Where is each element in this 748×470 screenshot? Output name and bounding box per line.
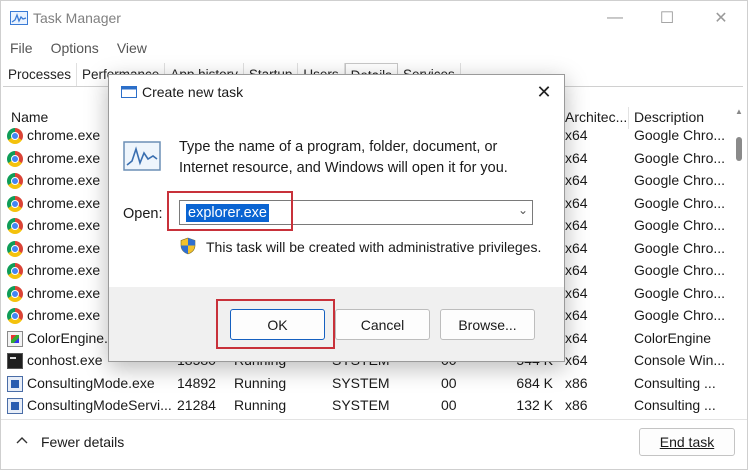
cell-architecture: x64 [565,194,588,211]
dialog-button-bar: OK Cancel Browse... [109,287,564,361]
footer-bar: Fewer details End task [1,419,747,469]
cell-cpu: 00 [441,397,457,413]
cell-architecture: x64 [565,262,588,278]
chevron-up-icon[interactable] [15,434,29,448]
task-manager-icon [10,11,28,25]
fewer-details-link[interactable]: Fewer details [41,434,124,450]
highlight-box-ok-button [216,299,335,349]
window-title: Task Manager [33,10,121,26]
cell-memory: 684 K [516,374,553,391]
browse-button[interactable]: Browse... [440,309,535,340]
cell-architecture: x86 [565,374,588,391]
run-dialog-icon [121,86,137,98]
cell-architecture: x64 [565,172,588,188]
end-task-button[interactable]: End task [639,428,735,456]
create-new-task-dialog: Create new task ✕ Type the name of a pro… [108,74,565,362]
cell-architecture: x64 [565,284,588,301]
chrome-icon [7,128,23,144]
close-icon[interactable]: ✕ [529,79,559,105]
chrome-icon [7,263,23,279]
cell-user: SYSTEM [332,397,390,413]
cell-status: Running [234,374,287,391]
table-row[interactable]: ConsultingMode.exe 14892 Running SYSTEM 00 68… [1,373,731,395]
open-label: Open: [123,206,163,222]
cell-pid: 21284 [177,397,216,413]
chrome-icon [7,218,23,234]
minimize-icon[interactable]: — [589,1,641,35]
cell-architecture: x86 [565,397,588,413]
highlight-box-open-field [167,191,293,231]
chrome-icon [7,308,23,324]
cell-user: SYSTEM [332,374,390,391]
column-header-name[interactable]: Name [11,109,48,125]
cell-name: ConsultingMode.exe [27,374,155,391]
cell-architecture: x64 [565,352,588,368]
run-program-icon [123,141,161,171]
close-icon[interactable]: ✕ [695,1,747,35]
chrome-icon [7,195,23,212]
admin-privileges-note: This task will be created with administr… [206,239,542,255]
vertical-scrollbar[interactable]: ▲ [733,105,745,417]
scroll-up-icon[interactable]: ▲ [735,107,743,116]
cell-description: Consulting ... [634,397,716,413]
cell-cpu: 00 [441,374,457,391]
cell-description: Google Chro... [634,217,726,233]
shield-icon [180,237,196,255]
cell-description: Google Chro... [634,149,726,166]
dialog-description: Type the name of a program, folder, docu… [179,139,508,176]
column-header-description[interactable]: Description [634,109,704,125]
menu-options[interactable]: Options [42,37,108,59]
menu-view[interactable]: View [108,37,156,59]
consulting-icon [7,375,23,392]
tab-processes[interactable]: Processes [3,63,78,86]
cell-description: Google Chro... [634,127,726,143]
menu-bar: File Options View [1,37,156,59]
cell-pid: 14892 [177,374,216,391]
cell-memory: 132 K [516,397,553,413]
cell-status: Running [234,397,287,413]
cell-description: Google Chro... [634,239,726,256]
menu-file[interactable]: File [1,37,42,59]
cell-architecture: x64 [565,127,588,143]
cell-architecture: x64 [565,329,588,346]
cell-name: ConsultingModeServi... [27,397,172,413]
scroll-thumb[interactable] [736,137,742,161]
cell-description: Google Chro... [634,284,726,301]
title-bar: Task Manager — ☐ ✕ [1,1,747,35]
column-header-architecture[interactable]: Architec... [565,109,627,125]
cell-architecture: x64 [565,217,588,233]
table-row[interactable]: ConsultingModeServi... 21284 Running SYSTEM… [1,395,731,417]
dialog-title: Create new task [142,84,244,100]
end-task-label: End task [659,434,715,450]
cancel-button[interactable]: Cancel [335,309,430,340]
chrome-icon [7,285,23,302]
dialog-title-bar: Create new task ✕ [109,75,564,109]
chrome-icon [7,240,23,257]
chrome-icon [7,173,23,189]
consulting-icon [7,398,23,414]
cell-description: ColorEngine [634,329,712,346]
chrome-icon [7,150,23,167]
cell-description: Console Win... [634,352,726,368]
maximize-icon[interactable]: ☐ [641,1,693,35]
cell-description: Google Chro... [634,172,726,188]
cell-architecture: x64 [565,149,588,166]
console-icon [7,353,23,369]
cell-architecture: x64 [565,307,588,323]
cell-description: Google Chro... [634,262,726,278]
cell-architecture: x64 [565,239,588,256]
chevron-down-icon[interactable]: ⌄ [518,203,528,217]
color-engine-icon [7,330,23,347]
cell-description: Consulting ... [634,374,716,391]
cell-description: Google Chro... [634,307,726,323]
cell-description: Google Chro... [634,194,726,211]
